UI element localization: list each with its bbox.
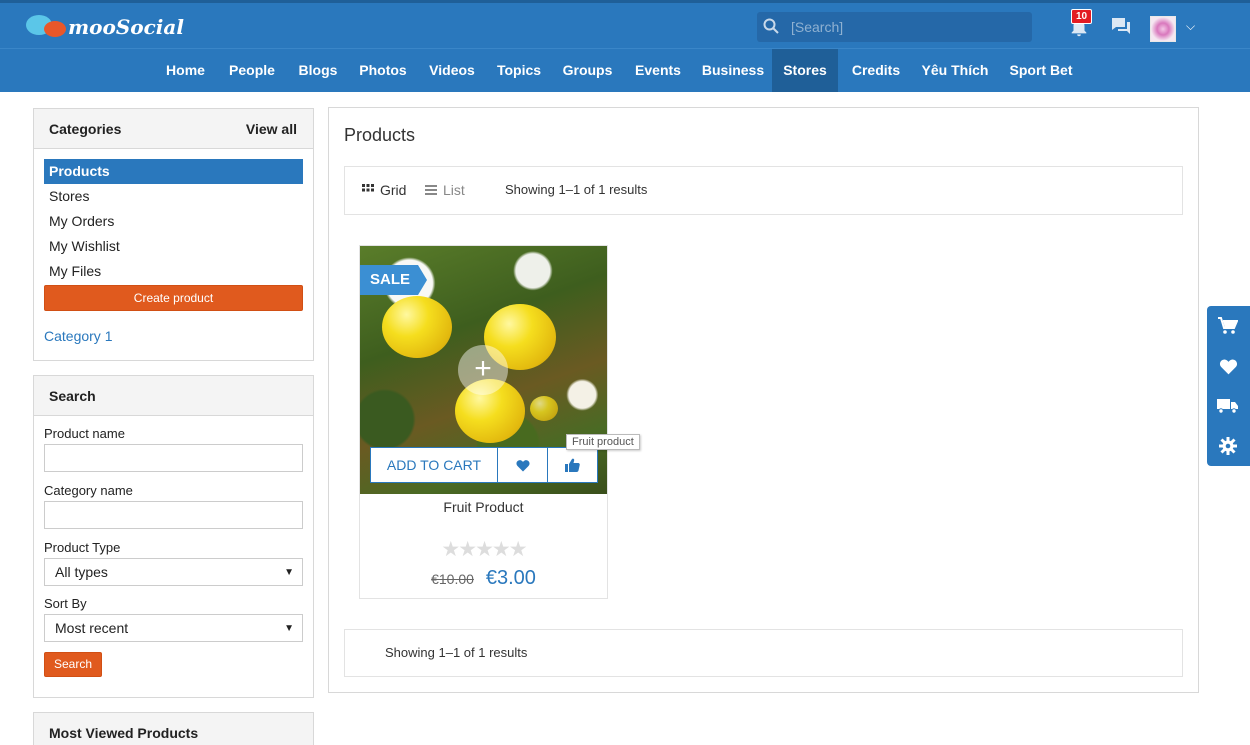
most-viewed-title: Most Viewed Products (49, 725, 199, 741)
nav-item-sport-bet[interactable]: Sport Bet (1004, 49, 1078, 92)
like-button[interactable] (548, 447, 598, 483)
truck-icon (1217, 399, 1238, 414)
results-footer: Showing 1–1 of 1 results (344, 629, 1183, 677)
add-to-cart-button[interactable]: ADD TO CART (370, 447, 498, 483)
logo-icon (26, 13, 70, 41)
nav-item-stores[interactable]: Stores (772, 49, 838, 92)
shipping-button[interactable] (1217, 395, 1239, 417)
most-viewed-panel: Most Viewed Products (33, 712, 314, 745)
chat-icon (1112, 18, 1130, 34)
search-button[interactable]: Search (44, 652, 102, 677)
site-logo[interactable]: mooSocial (26, 12, 184, 42)
grid-icon (362, 184, 374, 192)
product-image[interactable]: SALE + ADD TO CART (360, 246, 607, 494)
nav-item-events[interactable]: Events (628, 49, 688, 92)
category-item-my-orders[interactable]: My Orders (44, 209, 303, 234)
sort-by-value: Most recent (55, 620, 129, 636)
category-name-input[interactable] (44, 501, 303, 529)
heart-icon (1219, 359, 1237, 374)
categories-title: Categories (49, 120, 122, 137)
category-item-stores[interactable]: Stores (44, 184, 303, 209)
products-toolbar: Grid List Showing 1–1 of 1 results (344, 166, 1183, 215)
category-name-label: Category name (44, 483, 133, 498)
search-icon (757, 18, 785, 37)
dropdown-arrow-icon: ▼ (284, 622, 294, 634)
thumbs-up-icon (565, 458, 580, 472)
main-nav: Home People Blogs Photos Videos Topics G… (0, 48, 1250, 92)
nav-item-yeu-thich[interactable]: Yêu Thích (916, 49, 994, 92)
global-search[interactable] (757, 12, 1032, 42)
sort-by-label: Sort By (44, 596, 87, 611)
nav-item-business[interactable]: Business (697, 49, 769, 92)
category-1-link[interactable]: Category 1 (44, 328, 303, 344)
notifications-button[interactable]: 10 (1068, 9, 1093, 40)
rating-stars: ★★★★★ (441, 538, 527, 561)
heart-icon (515, 459, 530, 471)
nav-item-blogs[interactable]: Blogs (292, 49, 344, 92)
cart-icon (1218, 317, 1238, 334)
product-name-input[interactable] (44, 444, 303, 472)
product-tooltip: Fruit product (566, 434, 640, 450)
settings-button[interactable] (1217, 435, 1239, 457)
product-name[interactable]: Fruit Product (360, 499, 607, 515)
nav-item-home[interactable]: Home (158, 49, 213, 92)
view-all-link[interactable]: View all (246, 121, 297, 137)
search-panel-title: Search (49, 387, 96, 404)
messages-button[interactable] (1110, 17, 1132, 40)
plus-icon[interactable]: + (458, 345, 508, 395)
product-price: €10.00 €3.00 (360, 567, 607, 590)
list-label: List (443, 182, 465, 198)
sale-badge: SALE (360, 265, 427, 295)
search-panel: Search Product name Category name Produc… (33, 375, 314, 698)
nav-item-videos[interactable]: Videos (423, 49, 481, 92)
cart-button[interactable] (1217, 315, 1239, 337)
nav-item-people[interactable]: People (222, 49, 282, 92)
nav-item-groups[interactable]: Groups (557, 49, 618, 92)
nav-item-photos[interactable]: Photos (353, 49, 413, 92)
top-header: mooSocial 10 ⌵ (0, 0, 1250, 48)
notification-badge: 10 (1071, 9, 1093, 24)
list-icon (425, 184, 437, 195)
category-item-my-wishlist[interactable]: My Wishlist (44, 234, 303, 259)
nav-item-credits[interactable]: Credits (845, 49, 907, 92)
global-search-input[interactable] (791, 19, 1026, 35)
product-type-select[interactable]: All types ▼ (44, 558, 303, 586)
nav-item-topics[interactable]: Topics (491, 49, 547, 92)
product-name-label: Product name (44, 426, 125, 441)
results-count: Showing 1–1 of 1 results (505, 182, 648, 197)
grid-view-toggle[interactable]: Grid (362, 182, 406, 198)
dropdown-arrow-icon: ▼ (284, 566, 294, 578)
product-type-label: Product Type (44, 540, 121, 555)
product-card[interactable]: SALE + ADD TO CART Fruit Product ★★★★★ €… (359, 245, 608, 599)
quick-actions-bar (1207, 306, 1250, 466)
product-actions: ADD TO CART (370, 447, 598, 483)
sale-price: €3.00 (485, 567, 536, 589)
categories-panel: Categories View all Products Stores My O… (33, 108, 314, 361)
category-item-my-files[interactable]: My Files (44, 259, 303, 284)
sort-by-select[interactable]: Most recent ▼ (44, 614, 303, 642)
chevron-down-icon[interactable]: ⌵ (1186, 19, 1195, 34)
product-type-value: All types (55, 564, 108, 580)
create-product-button[interactable]: Create product (44, 285, 303, 311)
grid-label: Grid (380, 182, 407, 198)
footer-results-count: Showing 1–1 of 1 results (385, 645, 528, 660)
category-item-products[interactable]: Products (44, 159, 303, 184)
products-panel: Products Grid List Showing 1–1 of 1 resu… (328, 107, 1199, 693)
user-avatar[interactable] (1150, 16, 1176, 42)
page-title: Products (344, 125, 416, 145)
logo-text: mooSocial (68, 15, 184, 39)
old-price: €10.00 (431, 570, 474, 587)
list-view-toggle[interactable]: List (425, 182, 465, 198)
gear-icon (1219, 437, 1237, 455)
wishlist-shortcut-button[interactable] (1217, 355, 1239, 377)
wishlist-button[interactable] (498, 447, 548, 483)
